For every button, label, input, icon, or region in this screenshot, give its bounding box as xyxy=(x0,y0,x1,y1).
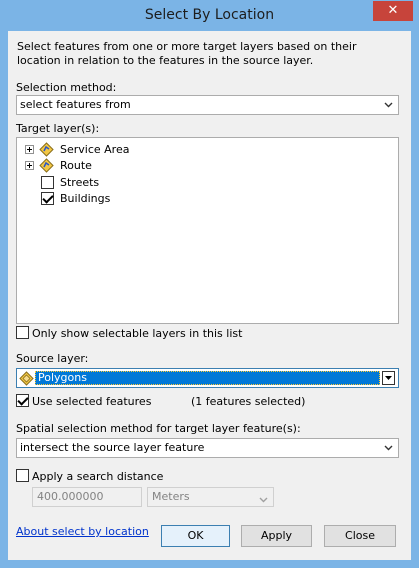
spatial-method-dropdown[interactable]: intersect the source layer feature xyxy=(16,438,399,458)
selection-method-value: select features from xyxy=(20,98,131,111)
triangle-down-icon xyxy=(385,376,392,380)
target-layers-list[interactable]: Service Area Route Streets Buildings xyxy=(16,137,399,324)
list-item-route[interactable]: Route xyxy=(17,158,317,174)
chevron-down-icon xyxy=(259,492,268,510)
dialog-window: Select By Location ✕ Select features fro… xyxy=(0,0,419,568)
title-bar[interactable]: Select By Location ✕ xyxy=(0,0,419,30)
source-layer-label: Source layer: xyxy=(16,352,89,365)
source-layer-dropdown[interactable]: Polygons xyxy=(16,368,399,388)
list-item-service-area[interactable]: Service Area xyxy=(17,142,317,158)
search-distance-label[interactable]: Apply a search distance xyxy=(32,470,163,483)
close-button[interactable]: Close xyxy=(324,525,396,547)
layer-name: Buildings xyxy=(60,192,111,205)
network-dataset-icon xyxy=(39,158,54,176)
layer-name: Route xyxy=(60,159,92,172)
chevron-down-icon xyxy=(384,443,393,452)
distance-units-dropdown[interactable]: Meters xyxy=(147,487,274,507)
selected-count-text: (1 features selected) xyxy=(191,395,306,408)
use-selected-checkbox[interactable] xyxy=(16,394,29,407)
list-item-buildings[interactable]: Buildings xyxy=(17,191,317,207)
dropdown-button[interactable] xyxy=(382,371,395,385)
expand-icon[interactable] xyxy=(25,145,34,154)
dialog-body: Select features from one or more target … xyxy=(8,31,411,560)
source-layer-value: Polygons xyxy=(35,371,380,385)
layer-name: Service Area xyxy=(60,143,130,156)
selection-method-dropdown[interactable]: select features from xyxy=(16,95,399,115)
use-selected-label[interactable]: Use selected features xyxy=(32,395,151,408)
apply-button[interactable]: Apply xyxy=(241,525,312,547)
streets-checkbox[interactable] xyxy=(41,176,54,189)
only-selectable-checkbox[interactable] xyxy=(16,326,29,339)
polygon-layer-icon xyxy=(19,371,34,389)
spatial-method-value: intersect the source layer feature xyxy=(20,441,205,454)
list-item-streets[interactable]: Streets xyxy=(17,175,317,191)
search-distance-checkbox[interactable] xyxy=(16,469,29,482)
distance-units-value: Meters xyxy=(152,490,190,503)
description-text: Select features from one or more target … xyxy=(17,40,357,67)
buildings-checkbox[interactable] xyxy=(41,192,54,205)
target-layers-label: Target layer(s): xyxy=(16,122,100,135)
ok-button[interactable]: OK xyxy=(161,525,230,547)
spatial-method-label: Spatial selection method for target laye… xyxy=(16,422,301,435)
about-select-by-location-link[interactable]: About select by location xyxy=(16,525,149,538)
layer-name: Streets xyxy=(60,176,100,189)
window-title: Select By Location xyxy=(144,7,275,23)
only-selectable-label[interactable]: Only show selectable layers in this list xyxy=(32,327,242,340)
chevron-down-icon xyxy=(384,100,393,109)
close-window-button[interactable]: ✕ xyxy=(373,1,413,21)
selection-method-label: Selection method: xyxy=(16,81,117,94)
search-distance-input[interactable]: 400.000000 xyxy=(32,487,142,507)
expand-icon[interactable] xyxy=(25,161,34,170)
